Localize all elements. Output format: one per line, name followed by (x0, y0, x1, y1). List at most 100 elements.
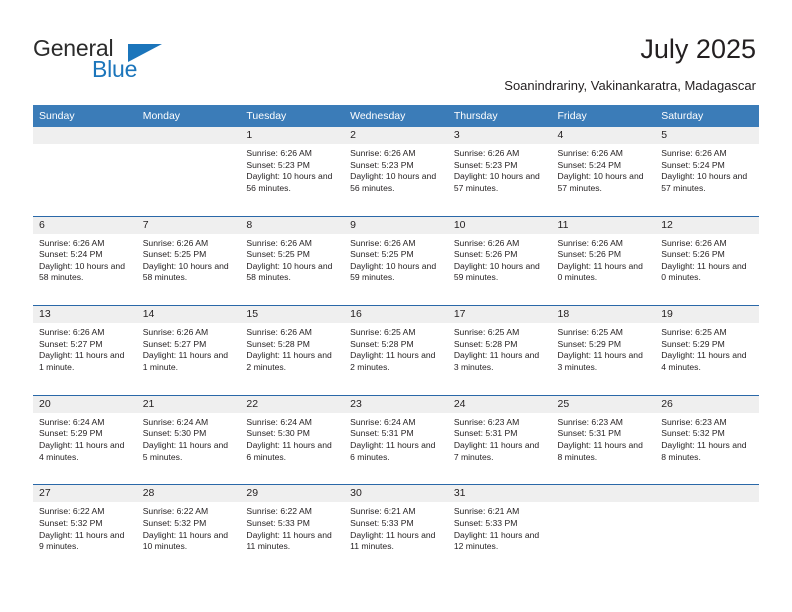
daylight-text: Daylight: 11 hours and 9 minutes. (39, 529, 125, 552)
day-cell-content: 11 Sunrise: 6:26 AM Sunset: 5:26 PM Dayligh… (551, 216, 656, 306)
weekday-header-tuesday: Tuesday (240, 105, 345, 127)
calendar-day-cell[interactable]: 6 Sunrise: 6:26 AM Sunset: 5:24 PM Daylight… (33, 216, 137, 307)
calendar-day-cell[interactable]: 5 Sunrise: 6:26 AM Sunset: 5:24 PM Daylight… (655, 127, 759, 217)
sunrise-text: Sunrise: 6:26 AM (557, 237, 623, 248)
sunrise-text: Sunrise: 6:26 AM (39, 237, 105, 248)
daylight-text: Daylight: 11 hours and 3 minutes. (453, 350, 540, 372)
page-header: General Blue July 2025 Soanindrariny, Va… (0, 0, 792, 100)
calendar-page: General Blue July 2025 Soanindrariny, Va… (0, 0, 792, 612)
day-number: 22 (240, 395, 345, 413)
day-cell-content: 16 Sunrise: 6:25 AM Sunset: 5:28 PM Dayligh… (344, 306, 448, 395)
day-cell-content (33, 127, 137, 216)
day-cell-content: 23 Sunrise: 6:24 AM Sunset: 5:31 PM Dayligh… (344, 395, 448, 485)
sunset-text: Sunset: 5:25 PM (350, 249, 414, 260)
daylight-text: Daylight: 10 hours and 57 minutes. (453, 171, 540, 193)
calendar-day-cell[interactable]: 13 Sunrise: 6:26 AM Sunset: 5:27 PM Dayligh… (33, 305, 137, 396)
day-sun-details: Sunrise: 6:22 AM Sunset: 5:33 PM Daylight:… (240, 502, 344, 552)
day-sun-details: Sunrise: 6:26 AM Sunset: 5:27 PM Daylight:… (33, 323, 137, 373)
calendar-day-cell[interactable]: 25 Sunrise: 6:23 AM Sunset: 5:31 PM Dayligh… (551, 395, 656, 486)
daylight-text: Daylight: 11 hours and 2 minutes. (350, 350, 436, 372)
daylight-text: Daylight: 11 hours and 11 minutes. (350, 529, 436, 552)
day-cell-content: 18 Sunrise: 6:25 AM Sunset: 5:29 PM Dayligh… (551, 306, 656, 395)
calendar-day-cell[interactable]: 9 Sunrise: 6:26 AM Sunset: 5:25 PM Daylight… (344, 216, 448, 307)
sunrise-text: Sunrise: 6:23 AM (557, 416, 623, 427)
sunrise-text: Sunrise: 6:26 AM (246, 327, 312, 338)
day-sun-details: Sunrise: 6:26 AM Sunset: 5:24 PM Daylight:… (552, 144, 656, 194)
calendar-day-cell[interactable]: 22 Sunrise: 6:24 AM Sunset: 5:30 PM Dayligh… (240, 395, 345, 486)
day-number: 10 (447, 216, 552, 234)
day-sun-details: Sunrise: 6:24 AM Sunset: 5:29 PM Daylight:… (33, 413, 137, 463)
day-number: 1 (240, 127, 345, 144)
day-sun-details: Sunrise: 6:23 AM Sunset: 5:31 PM Daylight:… (552, 413, 656, 463)
day-sun-details: Sunrise: 6:26 AM Sunset: 5:26 PM Daylight:… (655, 234, 759, 284)
calendar-day-cell[interactable]: 23 Sunrise: 6:24 AM Sunset: 5:31 PM Dayligh… (344, 395, 448, 486)
day-sun-details: Sunrise: 6:26 AM Sunset: 5:26 PM Daylight:… (448, 234, 552, 284)
calendar-day-cell[interactable]: 7 Sunrise: 6:26 AM Sunset: 5:25 PM Daylight… (136, 216, 241, 307)
daylight-text: Daylight: 10 hours and 58 minutes. (142, 260, 229, 283)
calendar-day-cell[interactable]: 29 Sunrise: 6:22 AM Sunset: 5:33 PM Dayligh… (240, 484, 345, 574)
calendar-day-cell[interactable]: 30 Sunrise: 6:21 AM Sunset: 5:33 PM Dayligh… (344, 484, 448, 574)
day-sun-details: Sunrise: 6:25 AM Sunset: 5:29 PM Daylight:… (552, 323, 656, 373)
weekday-header-thursday: Thursday (447, 105, 552, 127)
sunset-text: Sunset: 5:31 PM (557, 428, 622, 439)
calendar-day-cell[interactable]: 8 Sunrise: 6:26 AM Sunset: 5:25 PM Daylight… (240, 216, 345, 307)
calendar-day-cell[interactable]: 2 Sunrise: 6:26 AM Sunset: 5:23 PM Daylight… (344, 127, 448, 217)
daylight-text: Daylight: 11 hours and 7 minutes. (453, 439, 540, 462)
day-number (33, 127, 137, 144)
daylight-text: Daylight: 11 hours and 8 minutes. (557, 439, 643, 462)
calendar-day-cell[interactable]: 15 Sunrise: 6:26 AM Sunset: 5:28 PM Dayligh… (240, 305, 345, 396)
calendar-day-cell[interactable]: 16 Sunrise: 6:25 AM Sunset: 5:28 PM Dayligh… (344, 305, 448, 396)
calendar-day-cell[interactable]: 4 Sunrise: 6:26 AM Sunset: 5:24 PM Daylight… (551, 127, 656, 217)
day-number: 19 (655, 306, 759, 324)
sunset-text: Sunset: 5:31 PM (453, 428, 518, 439)
day-cell-content: 25 Sunrise: 6:23 AM Sunset: 5:31 PM Dayligh… (551, 395, 656, 485)
daylight-text: Daylight: 11 hours and 11 minutes. (246, 529, 332, 552)
calendar-day-cell[interactable]: 21 Sunrise: 6:24 AM Sunset: 5:30 PM Dayligh… (136, 395, 241, 486)
calendar-day-cell[interactable]: 24 Sunrise: 6:23 AM Sunset: 5:31 PM Dayligh… (447, 395, 552, 486)
day-sun-details: Sunrise: 6:25 AM Sunset: 5:28 PM Daylight:… (344, 323, 448, 373)
calendar-day-cell[interactable]: 28 Sunrise: 6:22 AM Sunset: 5:32 PM Dayligh… (136, 484, 241, 574)
day-cell-content: 14 Sunrise: 6:26 AM Sunset: 5:27 PM Dayligh… (136, 306, 241, 395)
sunrise-text: Sunrise: 6:26 AM (661, 237, 727, 248)
sunset-text: Sunset: 5:26 PM (453, 249, 518, 260)
daylight-text: Daylight: 10 hours and 58 minutes. (246, 260, 333, 283)
calendar-day-cell[interactable]: 31 Sunrise: 6:21 AM Sunset: 5:33 PM Dayligh… (447, 484, 552, 574)
sunrise-text: Sunrise: 6:25 AM (453, 327, 520, 338)
day-cell-content: 12 Sunrise: 6:26 AM Sunset: 5:26 PM Dayligh… (655, 216, 759, 306)
sunrise-text: Sunrise: 6:26 AM (142, 237, 209, 248)
calendar-day-cell[interactable]: 10 Sunrise: 6:26 AM Sunset: 5:26 PM Dayligh… (447, 216, 552, 307)
calendar-day-cell[interactable]: 17 Sunrise: 6:25 AM Sunset: 5:28 PM Dayligh… (447, 305, 552, 396)
sunrise-text: Sunrise: 6:21 AM (453, 506, 520, 517)
calendar-day-cell[interactable]: 14 Sunrise: 6:26 AM Sunset: 5:27 PM Dayligh… (136, 305, 241, 396)
calendar-day-cell[interactable]: 3 Sunrise: 6:26 AM Sunset: 5:23 PM Daylight… (447, 127, 552, 217)
day-number (655, 485, 759, 503)
sunrise-text: Sunrise: 6:22 AM (39, 506, 105, 517)
day-sun-details: Sunrise: 6:21 AM Sunset: 5:33 PM Daylight:… (448, 502, 552, 552)
calendar-day-cell[interactable]: 11 Sunrise: 6:26 AM Sunset: 5:26 PM Dayligh… (551, 216, 656, 307)
calendar-day-cell[interactable]: 20 Sunrise: 6:24 AM Sunset: 5:29 PM Dayligh… (33, 395, 137, 486)
day-cell-content: 17 Sunrise: 6:25 AM Sunset: 5:28 PM Dayligh… (447, 306, 552, 395)
calendar-day-cell[interactable]: 12 Sunrise: 6:26 AM Sunset: 5:26 PM Dayligh… (655, 216, 759, 307)
day-number: 23 (344, 395, 448, 413)
calendar-day-cell[interactable]: 1 Sunrise: 6:26 AM Sunset: 5:23 PM Daylight… (240, 127, 345, 217)
calendar-day-cell[interactable]: 26 Sunrise: 6:23 AM Sunset: 5:32 PM Dayligh… (655, 395, 759, 486)
sunrise-text: Sunrise: 6:22 AM (246, 506, 312, 517)
day-sun-details: Sunrise: 6:26 AM Sunset: 5:25 PM Daylight:… (137, 234, 241, 284)
sunset-text: Sunset: 5:25 PM (246, 249, 310, 260)
day-number: 29 (240, 485, 345, 503)
weekday-header-friday: Friday (551, 105, 656, 127)
calendar-day-cell[interactable]: 27 Sunrise: 6:22 AM Sunset: 5:32 PM Dayligh… (33, 484, 137, 574)
weekday-header-saturday: Saturday (655, 105, 759, 127)
day-number: 6 (33, 216, 137, 234)
sunset-text: Sunset: 5:31 PM (350, 428, 414, 439)
calendar-day-cell[interactable]: 18 Sunrise: 6:25 AM Sunset: 5:29 PM Dayligh… (551, 305, 656, 396)
daylight-text: Daylight: 10 hours and 59 minutes. (453, 260, 540, 283)
day-sun-details: Sunrise: 6:23 AM Sunset: 5:31 PM Daylight:… (448, 413, 552, 463)
calendar-day-cell[interactable]: 19 Sunrise: 6:25 AM Sunset: 5:29 PM Dayligh… (655, 305, 759, 396)
sunset-text: Sunset: 5:29 PM (39, 428, 103, 439)
sunset-text: Sunset: 5:23 PM (350, 159, 414, 170)
general-blue-logo[interactable]: General Blue (33, 36, 193, 84)
sunset-text: Sunset: 5:28 PM (246, 338, 310, 349)
sunset-text: Sunset: 5:29 PM (557, 338, 622, 349)
day-sun-details: Sunrise: 6:24 AM Sunset: 5:30 PM Daylight:… (240, 413, 344, 463)
